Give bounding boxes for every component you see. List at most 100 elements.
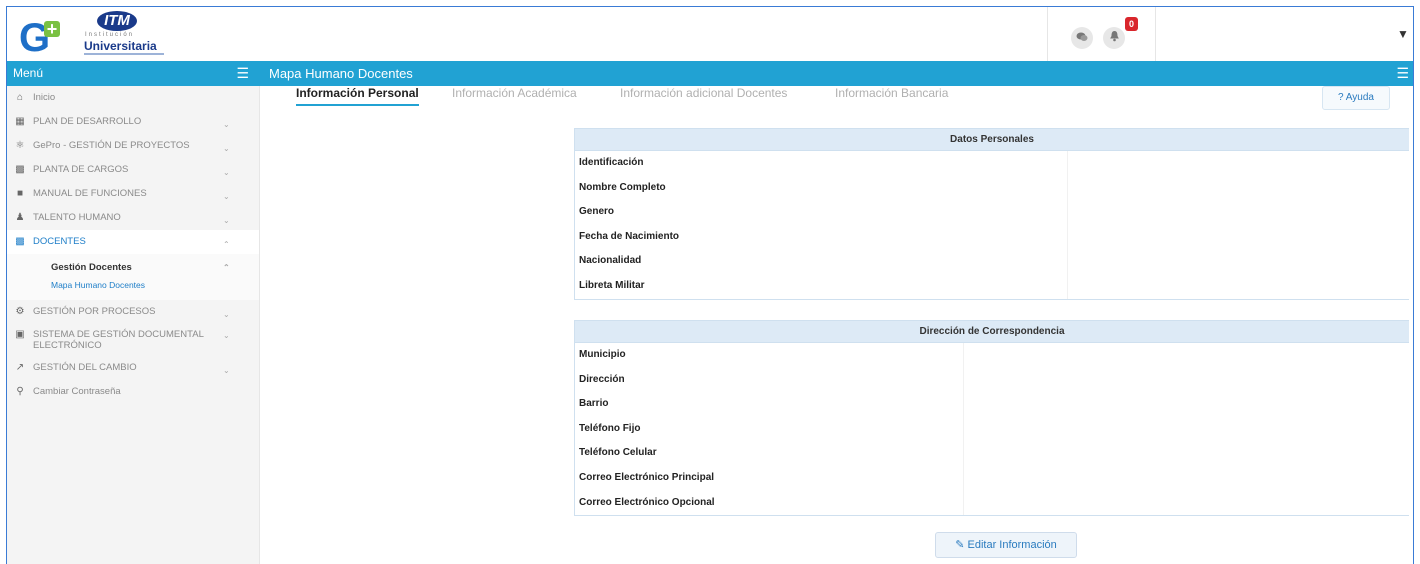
notification-badge: 0 xyxy=(1125,17,1138,31)
document-icon: ■ xyxy=(16,188,24,199)
sidebar-item-planta-cargos[interactable]: ▩ PLANTA DE CARGOS ⌄ xyxy=(7,158,259,182)
field-label: Libreta Militar xyxy=(575,273,1409,299)
sidebar-item-label: Inicio xyxy=(33,92,56,103)
field-label: Municipio xyxy=(575,343,1409,368)
field-label: Correo Electrónico Principal xyxy=(575,465,1409,491)
tab-informacion-adicional[interactable]: Información adicional Docentes xyxy=(620,86,787,100)
field-label-text: Municipio xyxy=(579,349,626,360)
sidebar-item-gepro[interactable]: ⚛ GePro - GESTIÓN DE PROYECTOS ⌄ xyxy=(7,134,259,158)
itm-tagline-bar xyxy=(84,53,164,55)
sidebar-item-docentes[interactable]: ▩ DOCENTES ⌃ xyxy=(7,230,259,254)
key-icon: ⚲ xyxy=(16,386,24,397)
teacher-icon: ▩ xyxy=(15,236,25,247)
gplus-logo[interactable]: G + xyxy=(19,18,60,58)
gplus-plus: + xyxy=(44,20,60,38)
chevron-up-icon: ⌃ xyxy=(223,240,230,249)
submenu-group-label: Gestión Docentes xyxy=(51,262,132,273)
sidebar-item-label: GESTIÓN POR PROCESOS xyxy=(33,306,156,317)
sidebar-item-gestion-cambio[interactable]: ↗ GESTIÓN DEL CAMBIO ⌄ xyxy=(7,356,259,380)
sidebar-header: Menú ☰ xyxy=(7,61,259,86)
sidebar-item-gestion-procesos[interactable]: ⚙ GESTIÓN POR PROCESOS ⌄ xyxy=(7,300,259,324)
chart-icon: ↗ xyxy=(15,362,25,373)
field-label-text: Dirección xyxy=(579,373,625,385)
tab-informacion-bancaria[interactable]: Información Bancaria xyxy=(835,86,948,100)
field-label: Barrio xyxy=(575,392,1409,417)
top-header: G + ITM Institución Universitaria 0 ▼ xyxy=(7,7,1413,62)
home-icon: ⌂ xyxy=(16,92,24,103)
sidebar-item-label: SISTEMA DE GESTIÓN DOCUMENTAL ELECTRÓNIC… xyxy=(33,329,204,351)
tab-informacion-academica[interactable]: Información Académica xyxy=(452,86,577,100)
header-divider xyxy=(1047,7,1048,61)
field-label-text: Barrio xyxy=(579,398,609,410)
sidebar: Menú ☰ ⌂ Inicio ▦ PLAN DE DESARROLLO ⌄ ⚛… xyxy=(7,61,260,564)
submenu-group-gestion-docentes[interactable]: Gestión Docentes ⌃ xyxy=(7,258,259,278)
field-label: Correo Electrónico Opcional xyxy=(575,490,1409,516)
header-divider xyxy=(1155,7,1156,61)
sidebar-title: Menú xyxy=(13,66,44,80)
address-panel: Dirección de Correspondencia Municipio D… xyxy=(574,320,1409,517)
field-label: Teléfono Fijo xyxy=(575,416,1409,442)
itm-mark: ITM xyxy=(97,11,137,31)
edit-information-button[interactable]: ✎ Editar Información xyxy=(935,532,1077,558)
field-label-text: Teléfono Celular xyxy=(579,447,657,459)
itm-university: Universitaria xyxy=(84,39,157,53)
field-label-text: Identificación xyxy=(579,157,644,168)
archive-icon: ▣ xyxy=(15,329,25,340)
content-header: Mapa Humano Docentes ☰ xyxy=(259,61,1413,86)
sidebar-item-cambiar-contrasena[interactable]: ⚲ Cambiar Contraseña xyxy=(7,380,259,404)
gears-icon: ⚙ xyxy=(15,306,25,317)
field-label-text: Genero xyxy=(579,206,615,218)
sidebar-menu: ⌂ Inicio ▦ PLAN DE DESARROLLO ⌄ ⚛ GePro … xyxy=(7,86,259,404)
field-label-text: Libreta Militar xyxy=(579,279,645,291)
field-label: Teléfono Celular xyxy=(575,441,1409,466)
field-label-text: Nombre Completo xyxy=(579,181,666,193)
sidebar-item-label: GePro - GESTIÓN DE PROYECTOS xyxy=(33,140,190,151)
pencil-icon: ✎ xyxy=(955,539,965,551)
itm-logo: ITM Institución Universitaria xyxy=(73,11,173,57)
chat-icon[interactable] xyxy=(1071,27,1093,49)
sidebar-item-label: Cambiar Contraseña xyxy=(33,386,121,397)
help-button[interactable]: ? Ayuda xyxy=(1322,86,1390,110)
page-title: Mapa Humano Docentes xyxy=(269,66,413,81)
sidebar-item-label: TALENTO HUMANO xyxy=(33,212,121,223)
field-label: Nacionalidad xyxy=(575,249,1409,274)
chevron-down-icon: ⌄ xyxy=(223,331,230,340)
field-label-text: Fecha de Nacimiento xyxy=(579,230,680,242)
field-label: Nombre Completo xyxy=(575,175,1409,201)
sidebar-item-plan-desarrollo[interactable]: ▦ PLAN DE DESARROLLO ⌄ xyxy=(7,110,259,134)
field-label: Dirección xyxy=(575,367,1409,393)
network-icon: ⚛ xyxy=(15,140,25,151)
sidebar-item-label: GESTIÓN DEL CAMBIO xyxy=(33,362,137,373)
content-menu-icon[interactable]: ☰ xyxy=(1396,61,1409,86)
field-label: Fecha de Nacimiento xyxy=(575,224,1409,250)
field-label-text: Correo Electrónico Opcional xyxy=(579,496,715,508)
users-icon: ♟ xyxy=(15,212,25,223)
panel-title: Dirección de Correspondencia xyxy=(575,321,1409,343)
sidebar-item-label: PLAN DE DESARROLLO xyxy=(33,116,142,127)
sidebar-item-gestion-documental[interactable]: ▣ SISTEMA DE GESTIÓN DOCUMENTAL ELECTRÓN… xyxy=(7,324,259,356)
sidebar-item-inicio[interactable]: ⌂ Inicio xyxy=(7,86,259,110)
edit-button-label: Editar Información xyxy=(967,539,1057,551)
chevron-up-icon: ⌃ xyxy=(223,263,230,272)
sidebar-item-label: MANUAL DE FUNCIONES xyxy=(33,188,147,199)
book-icon: ▦ xyxy=(15,116,25,127)
bell-icon[interactable] xyxy=(1103,27,1125,49)
itm-institution: Institución xyxy=(85,32,135,38)
field-label-text: Correo Electrónico Principal xyxy=(579,471,715,483)
sidebar-submenu-docentes: Gestión Docentes ⌃ Mapa Humano Docentes xyxy=(7,254,259,300)
sidebar-toggle-menu-icon[interactable]: ☰ xyxy=(236,61,249,86)
panel-title: Datos Personales xyxy=(575,129,1409,151)
personal-data-panel: Datos Personales Identificación Nombre C… xyxy=(574,128,1409,300)
field-label-text: Nacionalidad xyxy=(579,255,642,267)
field-label: Identificación xyxy=(575,151,1409,176)
sidebar-item-label: PLANTA DE CARGOS xyxy=(33,164,129,175)
field-label-text: Teléfono Fijo xyxy=(579,422,641,434)
sidebar-item-talento-humano[interactable]: ♟ TALENTO HUMANO ⌄ xyxy=(7,206,259,230)
submenu-link-mapa-humano[interactable]: Mapa Humano Docentes xyxy=(7,278,259,292)
user-menu-chevron-down-icon[interactable]: ▼ xyxy=(1397,27,1409,41)
sidebar-item-manual-funciones[interactable]: ■ MANUAL DE FUNCIONES ⌄ xyxy=(7,182,259,206)
tab-informacion-personal[interactable]: Información Personal xyxy=(296,86,419,106)
field-label: Genero xyxy=(575,200,1409,225)
sidebar-item-label: DOCENTES xyxy=(33,236,86,247)
grid-icon: ▩ xyxy=(15,164,25,175)
